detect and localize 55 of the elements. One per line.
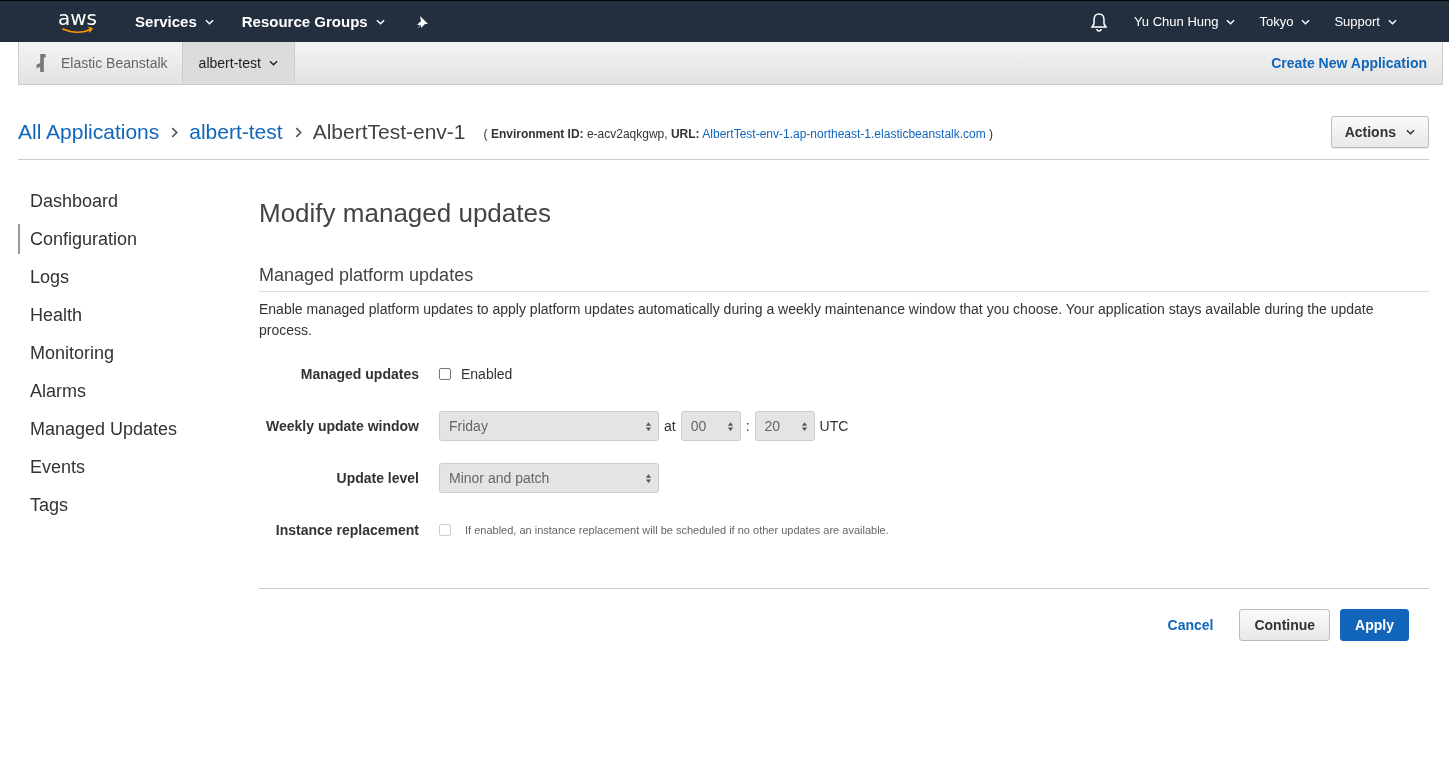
section-title: Managed platform updates bbox=[259, 265, 1429, 292]
menu-dropdown[interactable]: Yu Chun Hung bbox=[1133, 14, 1236, 29]
up-down-arrows-icon bbox=[800, 420, 808, 432]
timezone-label: UTC bbox=[819, 418, 849, 434]
caret-icon bbox=[1406, 129, 1415, 135]
menu-dropdown[interactable]: Support bbox=[1334, 14, 1397, 29]
service-name[interactable]: Elastic Beanstalk bbox=[61, 55, 168, 71]
chevron-icon bbox=[294, 126, 302, 138]
apply-button[interactable]: Apply bbox=[1340, 609, 1409, 641]
menu-dropdown[interactable]: albert-test bbox=[181, 42, 295, 84]
pin-icon[interactable] bbox=[414, 14, 429, 29]
cancel-link[interactable]: Cancel bbox=[1161, 616, 1220, 634]
continue-button[interactable]: Continue bbox=[1239, 609, 1331, 641]
create-application-link[interactable]: Create New Application bbox=[1271, 55, 1427, 71]
up-down-arrows-icon bbox=[726, 420, 734, 432]
breadcrumb-current: AlbertTest-env-1 bbox=[312, 120, 466, 144]
at-label: at bbox=[664, 418, 676, 434]
up-down-arrows-icon bbox=[645, 420, 652, 432]
caret-icon bbox=[1388, 18, 1397, 25]
menu-dropdown[interactable]: Actions bbox=[1330, 116, 1429, 148]
field-label: Weekly update window bbox=[265, 418, 419, 434]
section-description: Enable managed platform updates to apply platform updates automatically during a weekly maintenance window that you choose. Your application stays available during the update process. bbox=[259, 300, 1375, 340]
checkbox-label: Enabled bbox=[461, 366, 513, 382]
sidebar-item[interactable]: Configuration bbox=[18, 224, 259, 254]
sidebar-item[interactable]: Health bbox=[18, 296, 259, 334]
sidebar-item[interactable]: Events bbox=[18, 448, 259, 486]
bell-icon[interactable] bbox=[1089, 11, 1108, 32]
caret-icon bbox=[204, 18, 214, 25]
checkbox[interactable] bbox=[439, 368, 451, 380]
field-label: Managed updates bbox=[299, 366, 419, 382]
sidebar-item[interactable]: Managed Updates bbox=[18, 410, 259, 448]
menu-dropdown[interactable]: Services bbox=[135, 13, 214, 30]
environment-url-link[interactable]: AlbertTest-env-1.ap-northeast-1.elasticbeanstalk.com bbox=[702, 126, 986, 141]
page-title: Modify managed updates bbox=[259, 198, 552, 229]
caret-icon bbox=[1301, 18, 1311, 25]
sidebar-item[interactable]: Monitoring bbox=[18, 334, 259, 372]
sidebar-item[interactable]: Logs bbox=[18, 258, 259, 296]
caret-icon bbox=[268, 60, 278, 66]
breadcrumb-link[interactable]: All Applications bbox=[18, 120, 160, 144]
up-down-arrows-icon bbox=[645, 472, 652, 484]
time-separator: : bbox=[745, 418, 750, 434]
aws-logo[interactable]: aws bbox=[58, 9, 98, 34]
breadcrumb-link[interactable]: albert-test bbox=[189, 120, 283, 144]
caret-icon bbox=[375, 18, 385, 25]
field-label: Instance replacement bbox=[274, 522, 419, 538]
menu-dropdown[interactable]: Tokyo bbox=[1259, 14, 1311, 29]
environment-info: ( Environment ID: e-acv2aqkgwp, URL: AlbertTest-env-1.ap-northeast-1.elasticbeanstalk.com ) bbox=[483, 126, 994, 141]
sidebar-item[interactable]: Dashboard bbox=[18, 182, 259, 220]
sidebar-item[interactable]: Tags bbox=[18, 486, 259, 524]
caret-icon bbox=[1226, 18, 1236, 25]
sidebar-item[interactable]: Alarms bbox=[18, 372, 259, 410]
checkbox-label: If enabled, an instance replacement will be scheduled if no other updates are available. bbox=[465, 524, 889, 536]
field-label: Update level bbox=[335, 470, 419, 486]
chevron-icon bbox=[171, 126, 179, 138]
menu-dropdown[interactable]: Resource Groups bbox=[241, 13, 385, 30]
